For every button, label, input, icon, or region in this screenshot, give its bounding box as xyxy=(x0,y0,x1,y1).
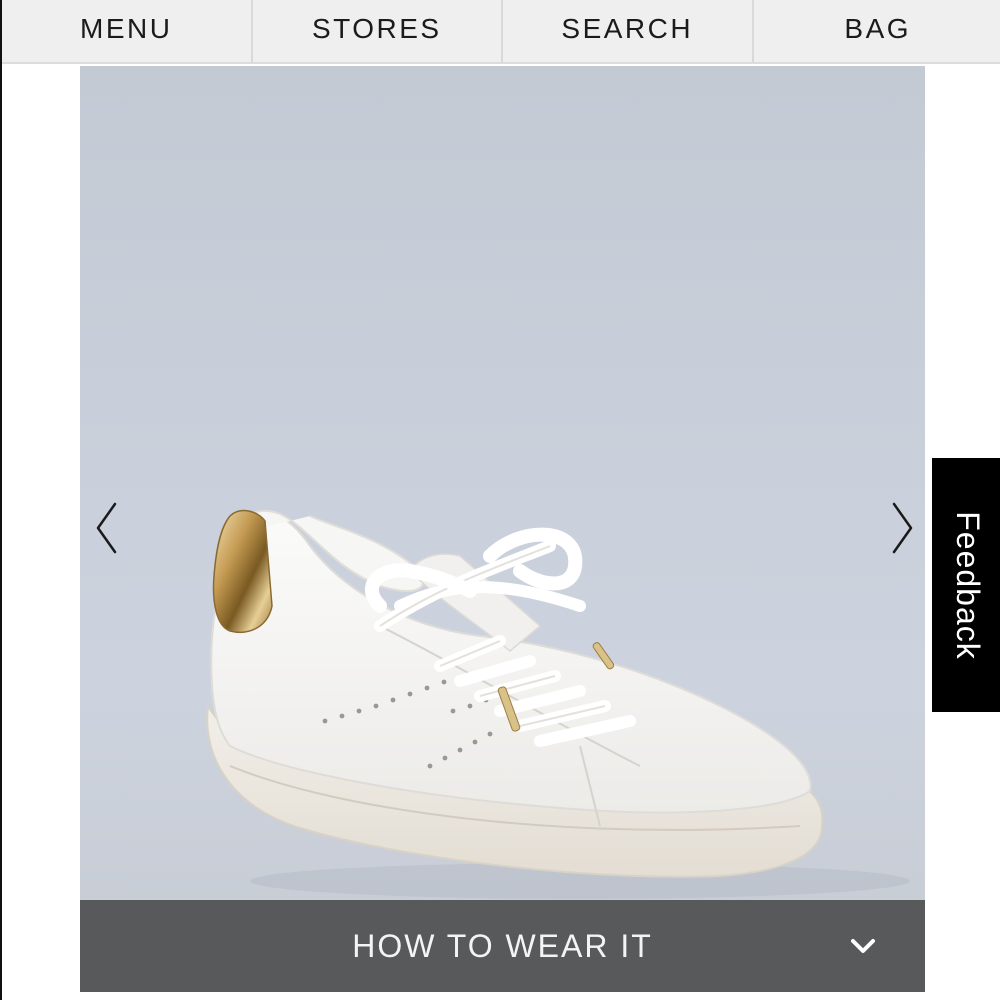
chevron-right-icon xyxy=(892,502,913,554)
feedback-button[interactable]: Feedback xyxy=(932,458,1000,712)
bag-button[interactable]: BAG xyxy=(754,0,1000,62)
search-button[interactable]: SEARCH xyxy=(503,0,754,62)
menu-button[interactable]: MENU xyxy=(2,0,253,62)
accordion-label: HOW TO WEAR IT xyxy=(352,927,653,964)
product-image-carousel[interactable] xyxy=(80,66,925,900)
feedback-label: Feedback xyxy=(949,510,986,660)
product-page: MENU STORES SEARCH BAG HOW TO WEAR IT Fe… xyxy=(0,0,1000,1000)
how-to-wear-it-toggle[interactable]: HOW TO WEAR IT xyxy=(80,900,925,992)
product-image xyxy=(206,509,910,899)
next-image-button[interactable] xyxy=(883,493,923,563)
chevron-left-icon xyxy=(96,502,117,554)
stores-button[interactable]: STORES xyxy=(253,0,503,62)
previous-image-button[interactable] xyxy=(86,493,126,563)
chevron-down-icon xyxy=(851,939,875,953)
top-navigation: MENU STORES SEARCH BAG xyxy=(2,0,1000,64)
